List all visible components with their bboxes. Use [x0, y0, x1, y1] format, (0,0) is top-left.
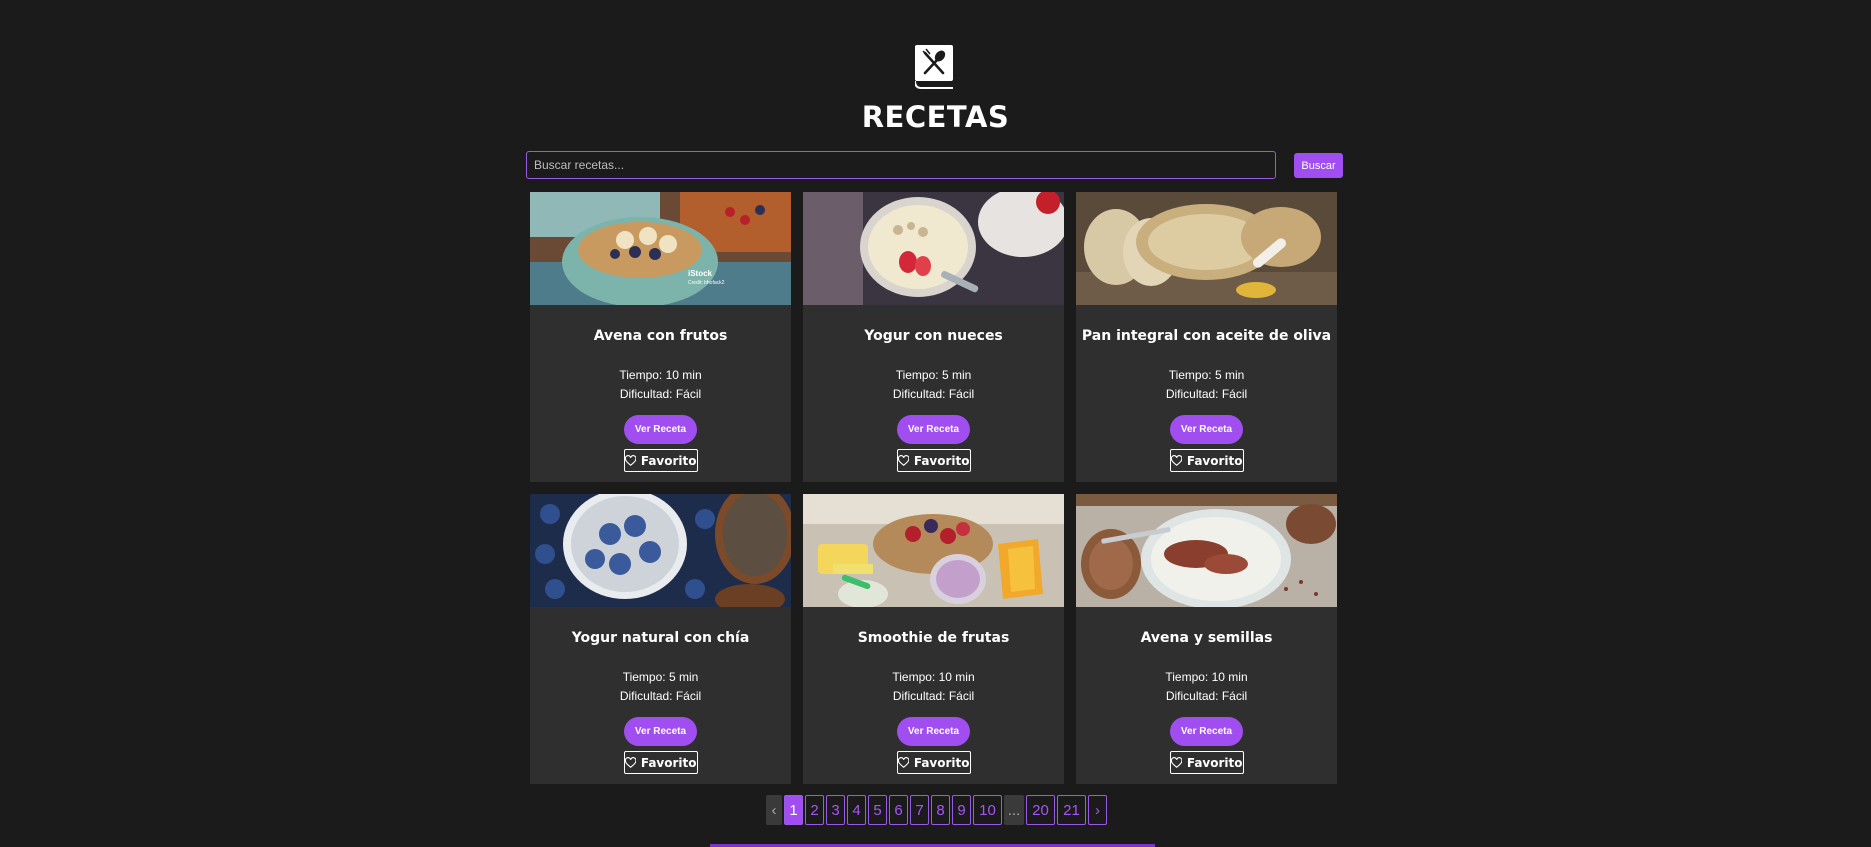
- page-button-2[interactable]: 2: [805, 795, 824, 825]
- page-button-21[interactable]: 21: [1057, 795, 1086, 825]
- recipe-card: Avena y semillas Tiempo: 10 min Dificult…: [1076, 494, 1337, 784]
- recipe-time: Tiempo: 5 min: [622, 670, 699, 684]
- page-button-9[interactable]: 9: [952, 795, 971, 825]
- favorite-button[interactable]: Favorito: [896, 449, 971, 472]
- prev-page-button[interactable]: ‹: [766, 795, 782, 825]
- page-button-20[interactable]: 20: [1026, 795, 1055, 825]
- recipe-title: Yogur natural con chía: [571, 630, 750, 646]
- page-button-10[interactable]: 10: [973, 795, 1002, 825]
- watermark-brand: iStock: [688, 269, 713, 278]
- search-button[interactable]: Buscar: [1294, 153, 1343, 178]
- page-button-7[interactable]: 7: [910, 795, 929, 825]
- favorite-button[interactable]: Favorito: [1169, 751, 1244, 774]
- watermark-credit: Credit: bhofack2: [688, 280, 725, 286]
- recipe-difficulty: Dificultad: Fácil: [892, 387, 975, 401]
- recipe-difficulty: Dificultad: Fácil: [1165, 387, 1248, 401]
- favorite-button[interactable]: Favorito: [623, 751, 698, 774]
- page-button-5[interactable]: 5: [868, 795, 887, 825]
- view-recipe-button[interactable]: Ver Receta: [1170, 717, 1243, 746]
- page-button-6[interactable]: 6: [889, 795, 908, 825]
- favorite-label: Favorito: [1186, 453, 1243, 468]
- view-recipe-button[interactable]: Ver Receta: [897, 717, 970, 746]
- recipe-time: Tiempo: 10 min: [619, 368, 702, 382]
- recipe-card: Pan integral con aceite de oliva Tiempo:…: [1076, 192, 1337, 482]
- recipe-difficulty: Dificultad: Fácil: [892, 689, 975, 703]
- heart-icon: [897, 454, 909, 466]
- favorite-label: Favorito: [1186, 755, 1243, 770]
- recipe-grid: iStock Credit: bhofack2 Avena con frutos…: [530, 192, 1337, 784]
- pagination: ‹ 1 2 3 4 5 6 7 8 9 10 ... 20 21 ›: [766, 795, 1107, 825]
- recipe-book-icon: [915, 45, 953, 89]
- recipe-title: Pan integral con aceite de oliva: [1081, 328, 1332, 344]
- oatmeal-bowl-image: iStock Credit: bhofack2: [530, 192, 791, 305]
- recipe-time: Tiempo: 5 min: [895, 368, 972, 382]
- heart-icon: [897, 756, 909, 768]
- favorite-label: Favorito: [640, 755, 697, 770]
- recipe-title: Yogur con nueces: [864, 328, 1003, 344]
- bread-image: [1076, 192, 1337, 305]
- heart-icon: [624, 454, 636, 466]
- recipe-time: Tiempo: 10 min: [1165, 670, 1248, 684]
- page-title: RECETAS: [861, 100, 1010, 134]
- recipe-card: Yogur con nueces Tiempo: 5 min Dificulta…: [803, 192, 1064, 482]
- page-button-1[interactable]: 1: [784, 795, 803, 825]
- recipe-card: Smoothie de frutas Tiempo: 10 min Dificu…: [803, 494, 1064, 784]
- favorite-label: Favorito: [640, 453, 697, 468]
- chia-yogurt-image: [530, 494, 791, 607]
- heart-icon: [1170, 454, 1182, 466]
- next-page-button[interactable]: ›: [1088, 795, 1107, 825]
- page-button-3[interactable]: 3: [826, 795, 845, 825]
- recipe-time: Tiempo: 5 min: [1168, 368, 1245, 382]
- favorite-button[interactable]: Favorito: [623, 449, 698, 472]
- recipe-difficulty: Dificultad: Fácil: [619, 387, 702, 401]
- view-recipe-button[interactable]: Ver Receta: [624, 415, 697, 444]
- yogurt-bowl-image: [803, 192, 1064, 305]
- page-button-8[interactable]: 8: [931, 795, 950, 825]
- search-input[interactable]: [526, 151, 1276, 179]
- recipe-time: Tiempo: 10 min: [892, 670, 975, 684]
- page-button-4[interactable]: 4: [847, 795, 866, 825]
- fruit-smoothie-image: [803, 494, 1064, 607]
- pagination-ellipsis: ...: [1004, 795, 1024, 825]
- recipe-card: iStock Credit: bhofack2 Avena con frutos…: [530, 192, 791, 482]
- recipe-title: Avena con frutos: [593, 328, 728, 344]
- heart-icon: [624, 756, 636, 768]
- favorite-label: Favorito: [913, 755, 970, 770]
- recipe-title: Smoothie de frutas: [857, 630, 1010, 646]
- favorite-button[interactable]: Favorito: [1169, 449, 1244, 472]
- heart-icon: [1170, 756, 1182, 768]
- recipe-title: Avena y semillas: [1140, 630, 1273, 646]
- recipe-difficulty: Dificultad: Fácil: [1165, 689, 1248, 703]
- view-recipe-button[interactable]: Ver Receta: [1170, 415, 1243, 444]
- recipe-card: Yogur natural con chía Tiempo: 5 min Dif…: [530, 494, 791, 784]
- recipe-difficulty: Dificultad: Fácil: [619, 689, 702, 703]
- favorite-button[interactable]: Favorito: [896, 751, 971, 774]
- favorite-label: Favorito: [913, 453, 970, 468]
- view-recipe-button[interactable]: Ver Receta: [624, 717, 697, 746]
- seeds-yogurt-image: [1076, 494, 1337, 607]
- view-recipe-button[interactable]: Ver Receta: [897, 415, 970, 444]
